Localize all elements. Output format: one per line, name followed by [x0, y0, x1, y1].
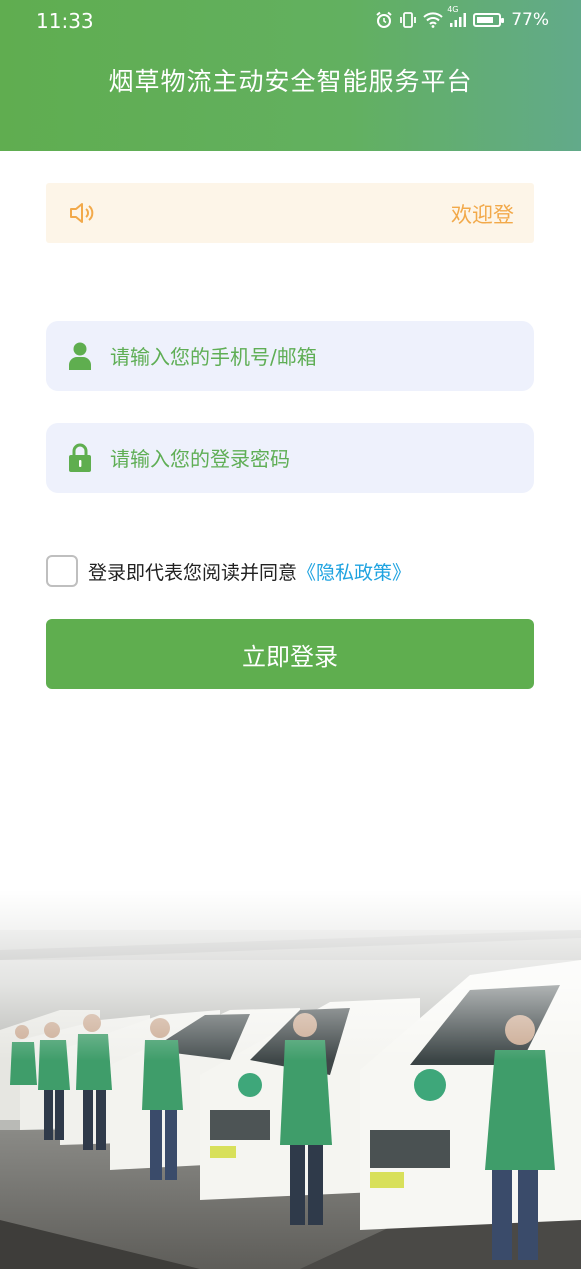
status-icons: 4G 77% [375, 5, 549, 30]
password-input[interactable] [108, 437, 512, 481]
password-field [46, 423, 534, 493]
privacy-policy-link[interactable]: 《隐私政策》 [297, 558, 411, 585]
login-button[interactable]: 立即登录 [46, 619, 534, 689]
wifi-icon [423, 12, 443, 28]
vibrate-icon [399, 11, 417, 29]
username-input[interactable] [108, 335, 512, 379]
speaker-icon [68, 201, 94, 229]
fleet-photo [0, 890, 581, 1269]
header-bar: 11:33 4G 77% 烟草物流主动安全智能服务平台 [0, 0, 581, 151]
username-field [46, 321, 534, 391]
agreement-checkbox[interactable] [46, 555, 78, 587]
app-title: 烟草物流主动安全智能服务平台 [108, 67, 473, 96]
status-time: 11:33 [36, 9, 94, 33]
battery-percent: 77% [511, 10, 549, 30]
notice-banner: 欢迎登 [46, 183, 534, 243]
signal-icon: 4G [447, 5, 467, 28]
alarm-icon [375, 11, 393, 29]
network-type: 4G [447, 5, 459, 14]
agreement-row: 登录即代表您阅读并同意 《隐私政策》 [46, 553, 411, 589]
user-icon [68, 341, 92, 375]
notice-text: 欢迎登 [451, 203, 514, 227]
battery-icon [473, 13, 505, 27]
lock-icon [68, 443, 92, 477]
status-bar: 11:33 4G 77% [0, 0, 581, 44]
agreement-text: 登录即代表您阅读并同意 [88, 561, 298, 584]
